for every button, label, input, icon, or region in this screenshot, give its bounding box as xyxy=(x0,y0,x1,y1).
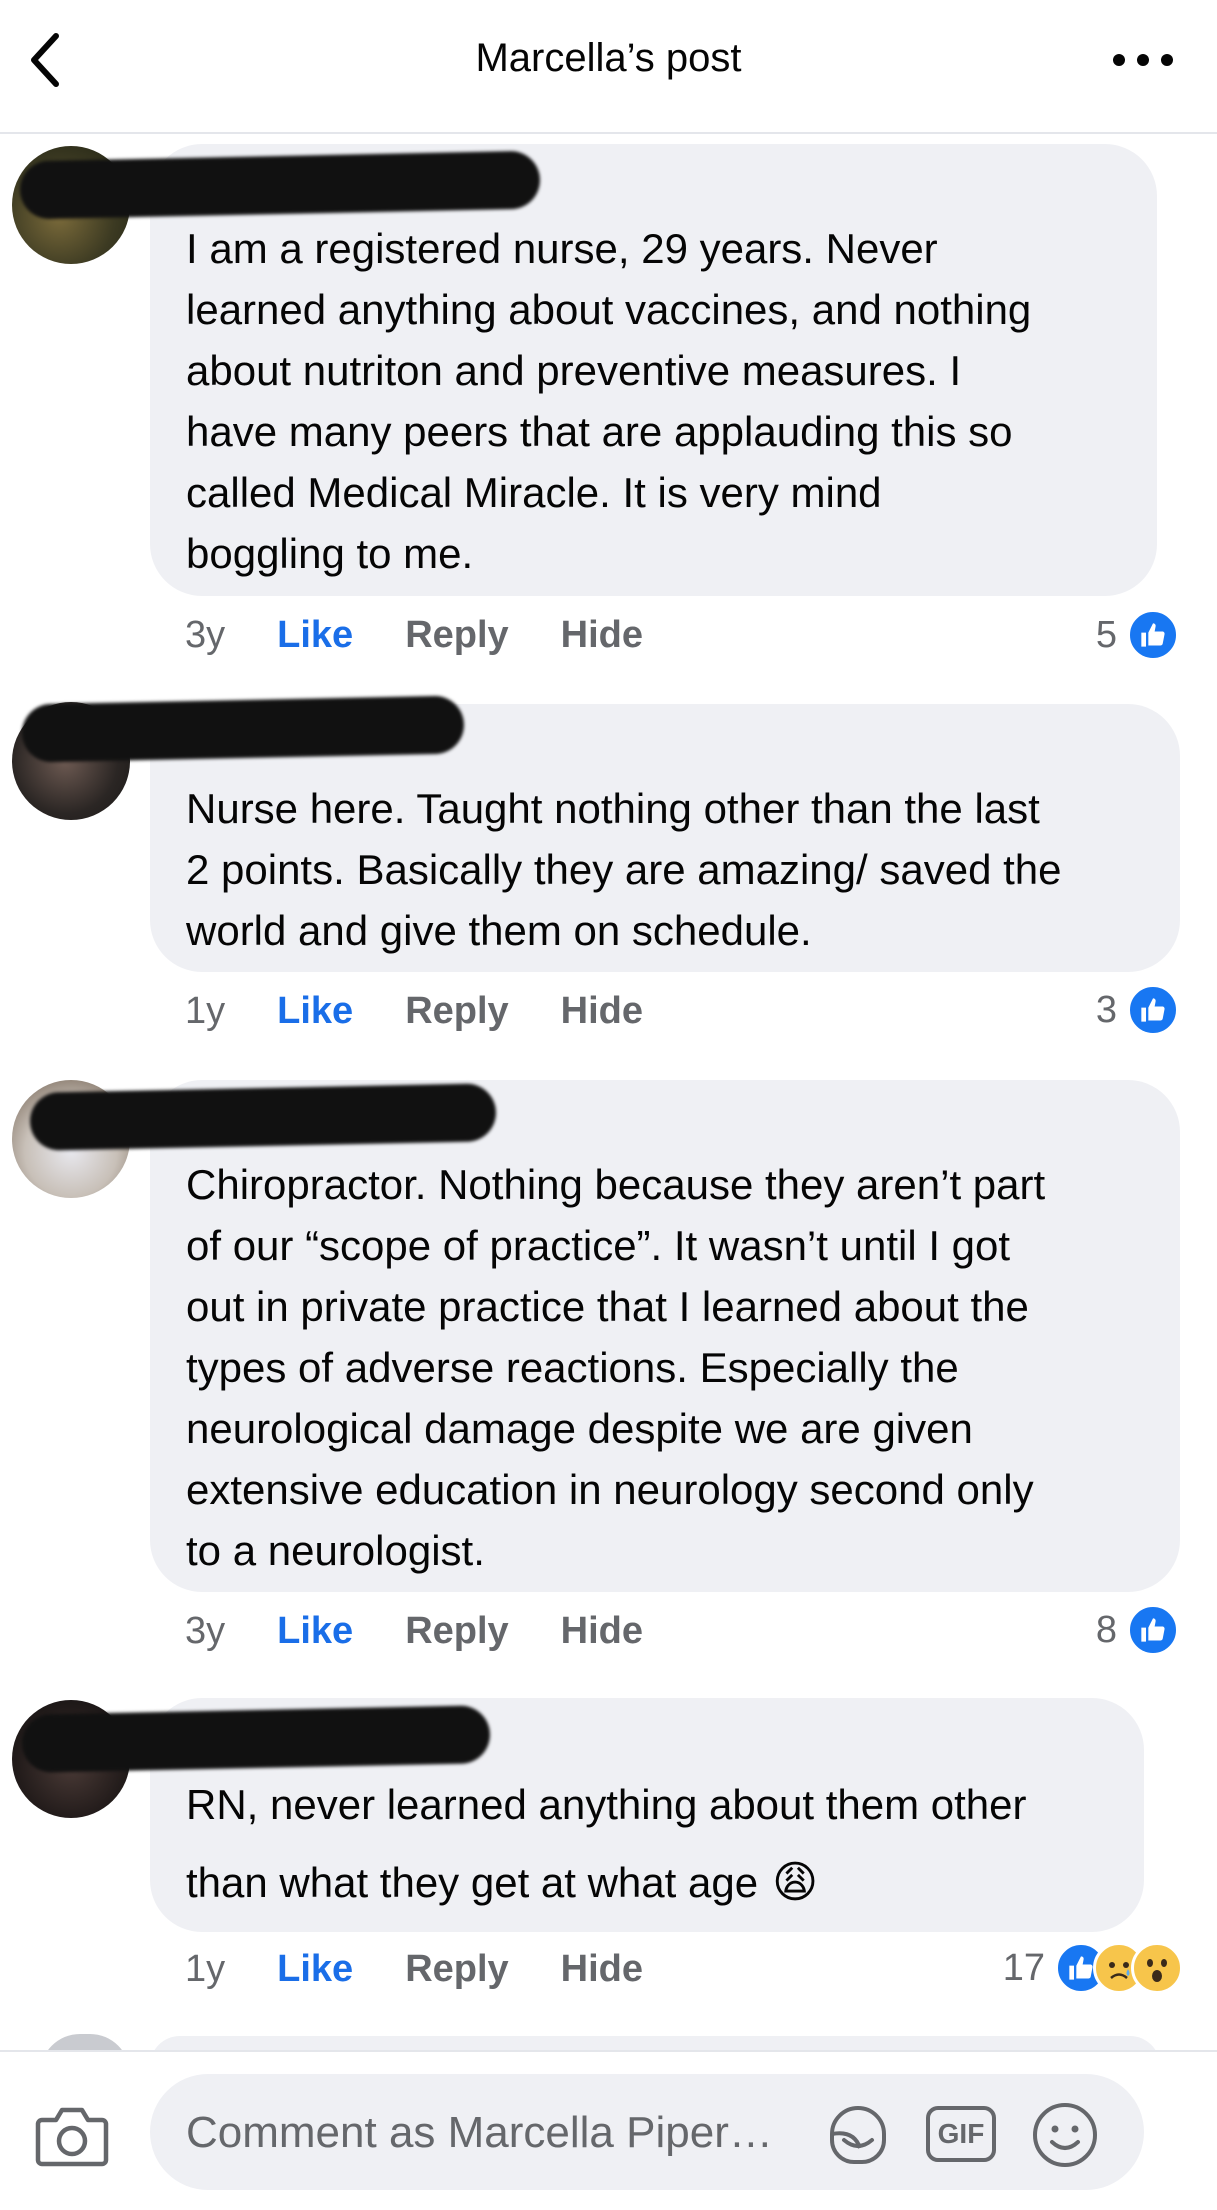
gif-button[interactable]: GIF xyxy=(926,2106,996,2162)
reply-button[interactable]: Reply xyxy=(405,1948,508,1991)
reaction-count: 5 xyxy=(1095,613,1117,656)
gif-label: GIF xyxy=(937,2118,985,2149)
comment-actions: 3y Like Reply Hide xyxy=(185,1606,643,1656)
reply-button[interactable]: Reply xyxy=(405,1610,508,1653)
more-options-icon[interactable] xyxy=(1113,40,1173,80)
top-bar: Marcella’s post xyxy=(0,0,1217,134)
comment-input-placeholder: Comment as Marcella Piper… xyxy=(186,2108,773,2157)
redacted-name xyxy=(21,1705,491,1773)
emoji-icon[interactable] xyxy=(1030,2100,1100,2170)
hide-button[interactable]: Hide xyxy=(561,614,643,657)
reply-button[interactable]: Reply xyxy=(405,614,508,657)
redacted-name xyxy=(29,1083,497,1151)
comment-text: I am a registered nurse, 29 years. Never… xyxy=(186,225,1032,577)
like-button[interactable]: Like xyxy=(277,614,353,657)
reaction-count: 17 xyxy=(1002,1946,1045,1989)
hide-button[interactable]: Hide xyxy=(561,1948,643,1991)
reaction-count: 8 xyxy=(1095,1608,1117,1651)
reaction-summary[interactable]: 17 xyxy=(1003,1940,1183,1996)
comment-text-line-1: RN, never learned anything about them ot… xyxy=(186,1781,1027,1828)
reaction-summary[interactable]: 5 xyxy=(1096,607,1179,663)
reaction-count: 3 xyxy=(1095,988,1117,1031)
camera-icon[interactable] xyxy=(34,2100,110,2170)
reaction-summary[interactable]: 3 xyxy=(1096,982,1179,1038)
hide-button[interactable]: Hide xyxy=(561,1610,643,1653)
comment-timestamp: 1y xyxy=(185,989,226,1032)
comment-text: Nurse here. Taught nothing other than th… xyxy=(186,785,1062,954)
comment-actions: 1y Like Reply Hide xyxy=(185,1944,643,1994)
comment-actions: 1y Like Reply Hide xyxy=(185,986,643,1036)
thumbs-up-icon xyxy=(1127,1604,1179,1656)
weary-face-emoji: 😩 xyxy=(772,1858,818,1907)
like-button[interactable]: Like xyxy=(277,990,353,1033)
comment-input[interactable]: Comment as Marcella Piper… GIF xyxy=(150,2074,1144,2190)
comment-timestamp: 3y xyxy=(185,1609,226,1652)
comment-composer: Comment as Marcella Piper… GIF xyxy=(0,2050,1217,2210)
page-title: Marcella’s post xyxy=(475,36,742,80)
hide-button[interactable]: Hide xyxy=(561,990,643,1033)
comment-actions: 3y Like Reply Hide xyxy=(185,610,643,660)
redacted-name xyxy=(21,695,465,763)
comment-timestamp: 3y xyxy=(185,613,226,656)
comment-text: Chiropractor. Nothing because they aren’… xyxy=(186,1161,1046,1574)
wow-reaction-icon xyxy=(1131,1942,1183,1994)
sticker-icon[interactable] xyxy=(822,2100,892,2170)
reaction-summary[interactable]: 8 xyxy=(1096,1602,1179,1658)
like-button[interactable]: Like xyxy=(277,1948,353,1991)
like-button[interactable]: Like xyxy=(277,1610,353,1653)
thumbs-up-icon xyxy=(1127,609,1179,661)
redacted-name xyxy=(19,150,541,220)
reply-button[interactable]: Reply xyxy=(405,990,508,1033)
thumbs-up-icon xyxy=(1127,984,1179,1036)
comment-text-line-2: than what they get at what age 😩 xyxy=(186,1852,818,1913)
comment-text-line-2-text: than what they get at what age xyxy=(186,1859,759,1906)
comment-timestamp: 1y xyxy=(185,1947,226,1990)
